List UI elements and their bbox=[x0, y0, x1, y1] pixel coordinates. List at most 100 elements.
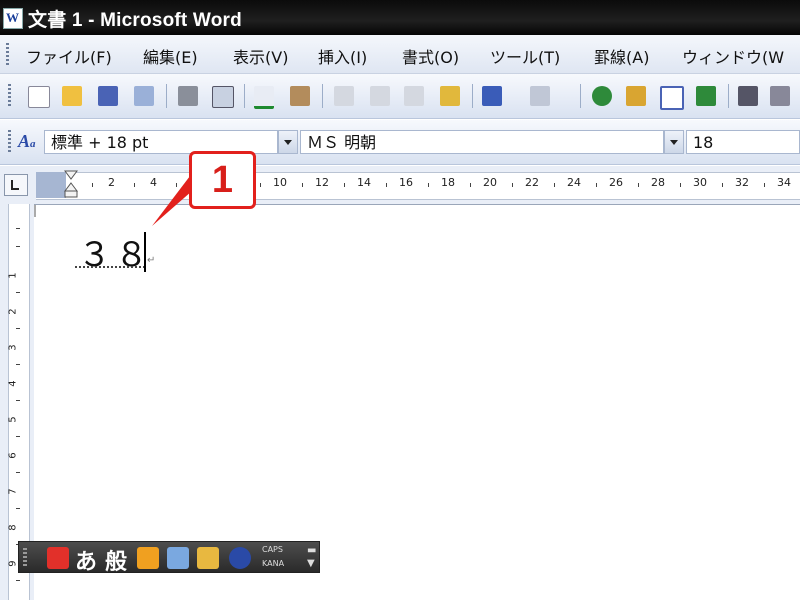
horizontal-ruler[interactable]: 2 4 10 12 14 16 18 20 22 24 26 28 30 32 … bbox=[0, 166, 800, 204]
undo-icon[interactable] bbox=[482, 86, 502, 106]
fmtbar-grip[interactable] bbox=[8, 130, 11, 154]
text-caret bbox=[144, 232, 146, 272]
format-painter-icon[interactable] bbox=[440, 86, 460, 106]
vruler-tick bbox=[16, 246, 20, 247]
ruler-label: 22 bbox=[525, 176, 539, 189]
ruler-label: 20 bbox=[483, 176, 497, 189]
toolbar-separator bbox=[472, 84, 473, 108]
ime-minimize-icon[interactable]: ▬ bbox=[307, 545, 316, 556]
word-app-icon[interactable] bbox=[3, 8, 23, 29]
save-icon[interactable] bbox=[98, 86, 118, 106]
indent-marker-icon[interactable] bbox=[64, 170, 78, 198]
print-icon[interactable] bbox=[178, 86, 198, 106]
redo-icon[interactable] bbox=[530, 86, 550, 106]
ime-caps-indicator: CAPS bbox=[262, 545, 283, 554]
insert-table-icon[interactable] bbox=[660, 86, 684, 110]
vruler-tick bbox=[16, 472, 20, 473]
ruler-label: 26 bbox=[609, 176, 623, 189]
ruler-tick bbox=[260, 183, 261, 187]
ruler-tick bbox=[176, 183, 177, 187]
vruler-tick bbox=[16, 508, 20, 509]
ruler-label: 32 bbox=[735, 176, 749, 189]
tables-borders-icon[interactable] bbox=[626, 86, 646, 106]
ruler-tick bbox=[92, 183, 93, 187]
toolbar-separator bbox=[580, 84, 581, 108]
ruler-label: 18 bbox=[441, 176, 455, 189]
vruler-label: 3 bbox=[7, 344, 19, 351]
ruler-label: 4 bbox=[150, 176, 157, 189]
ruler-tick bbox=[554, 183, 555, 187]
ruler-tick bbox=[302, 183, 303, 187]
menu-file[interactable]: ファイル(F) bbox=[26, 44, 112, 68]
ruler-tick bbox=[680, 183, 681, 187]
standard-toolbar bbox=[0, 74, 800, 119]
ruler-tick bbox=[512, 183, 513, 187]
copy-icon[interactable] bbox=[370, 86, 390, 106]
ime-language-bar[interactable]: あ 般 CAPS KANA ▬ ▼ bbox=[18, 541, 320, 576]
ime-options-icon[interactable]: ▼ bbox=[307, 558, 315, 569]
ruler-tick bbox=[638, 183, 639, 187]
ruler-tick bbox=[344, 183, 345, 187]
vruler-label: 7 bbox=[7, 488, 19, 495]
document-text[interactable]: ３８ bbox=[78, 228, 152, 276]
spelling-icon[interactable] bbox=[254, 86, 274, 109]
ime-hiragana-mode[interactable]: あ bbox=[75, 544, 97, 576]
window-title: 文書 1 - Microsoft Word bbox=[28, 10, 242, 31]
vruler-label: 8 bbox=[7, 524, 19, 531]
ruler-label: 12 bbox=[315, 176, 329, 189]
ime-tools-icon[interactable] bbox=[167, 547, 189, 569]
vruler-label: 6 bbox=[7, 452, 19, 459]
menu-insert[interactable]: 挿入(I) bbox=[318, 44, 367, 68]
vruler-tick bbox=[16, 580, 20, 581]
vruler-tick bbox=[16, 292, 20, 293]
vruler-label: 1 bbox=[7, 272, 19, 279]
ime-conversion-mode[interactable]: 般 bbox=[105, 544, 127, 576]
ime-bar-grip[interactable] bbox=[23, 548, 27, 568]
style-dropdown-icon[interactable] bbox=[278, 130, 298, 154]
columns-icon[interactable] bbox=[738, 86, 758, 106]
ruler-label: 10 bbox=[273, 176, 287, 189]
toolbar-separator bbox=[244, 84, 245, 108]
cut-icon[interactable] bbox=[334, 86, 354, 106]
formatting-toolbar: Aa 標準 + 18 pt ＭＳ 明朝 18 bbox=[0, 120, 800, 165]
font-dropdown-icon[interactable] bbox=[664, 130, 684, 154]
new-document-icon[interactable] bbox=[28, 86, 50, 108]
menu-table[interactable]: 罫線(A) bbox=[594, 44, 649, 68]
menu-edit[interactable]: 編集(E) bbox=[143, 44, 198, 68]
title-bar: 文書 1 - Microsoft Word bbox=[0, 0, 800, 35]
menu-window[interactable]: ウィンドウ(W bbox=[682, 44, 784, 68]
ime-app-icon[interactable] bbox=[47, 547, 69, 569]
paste-icon[interactable] bbox=[404, 86, 424, 106]
font-size-combo[interactable]: 18 bbox=[686, 130, 800, 154]
menu-view[interactable]: 表示(V) bbox=[233, 44, 288, 68]
ruler-label: 2 bbox=[108, 176, 115, 189]
open-folder-icon[interactable] bbox=[62, 86, 82, 106]
menubar-grip[interactable] bbox=[6, 43, 9, 65]
ime-pad-icon[interactable] bbox=[137, 547, 159, 569]
font-combo[interactable]: ＭＳ 明朝 bbox=[300, 130, 664, 154]
ruler-label: 14 bbox=[357, 176, 371, 189]
toolbar-separator bbox=[728, 84, 729, 108]
menu-format[interactable]: 書式(O) bbox=[402, 44, 459, 68]
insert-excel-icon[interactable] bbox=[696, 86, 716, 106]
vruler-label: 2 bbox=[7, 308, 19, 315]
ruler-tick bbox=[428, 183, 429, 187]
tab-selector-icon[interactable] bbox=[4, 174, 28, 196]
ime-help-icon[interactable] bbox=[229, 547, 251, 569]
menu-tools[interactable]: ツール(T) bbox=[490, 44, 560, 68]
ime-dictionary-icon[interactable] bbox=[197, 547, 219, 569]
hyperlink-icon[interactable] bbox=[592, 86, 612, 106]
permission-icon[interactable] bbox=[134, 86, 154, 106]
vruler-tick bbox=[16, 436, 20, 437]
drawing-icon[interactable] bbox=[770, 86, 790, 106]
vruler-tick bbox=[16, 328, 20, 329]
toolbar-separator bbox=[166, 84, 167, 108]
vruler-tick bbox=[16, 228, 20, 229]
ruler-label: 16 bbox=[399, 176, 413, 189]
research-icon[interactable] bbox=[290, 86, 310, 106]
vruler-label: 5 bbox=[7, 416, 19, 423]
ruler-left-margin bbox=[36, 172, 66, 198]
styles-formatting-icon[interactable]: Aa bbox=[18, 131, 42, 153]
print-preview-icon[interactable] bbox=[212, 86, 234, 108]
toolbar-grip[interactable] bbox=[8, 84, 11, 108]
